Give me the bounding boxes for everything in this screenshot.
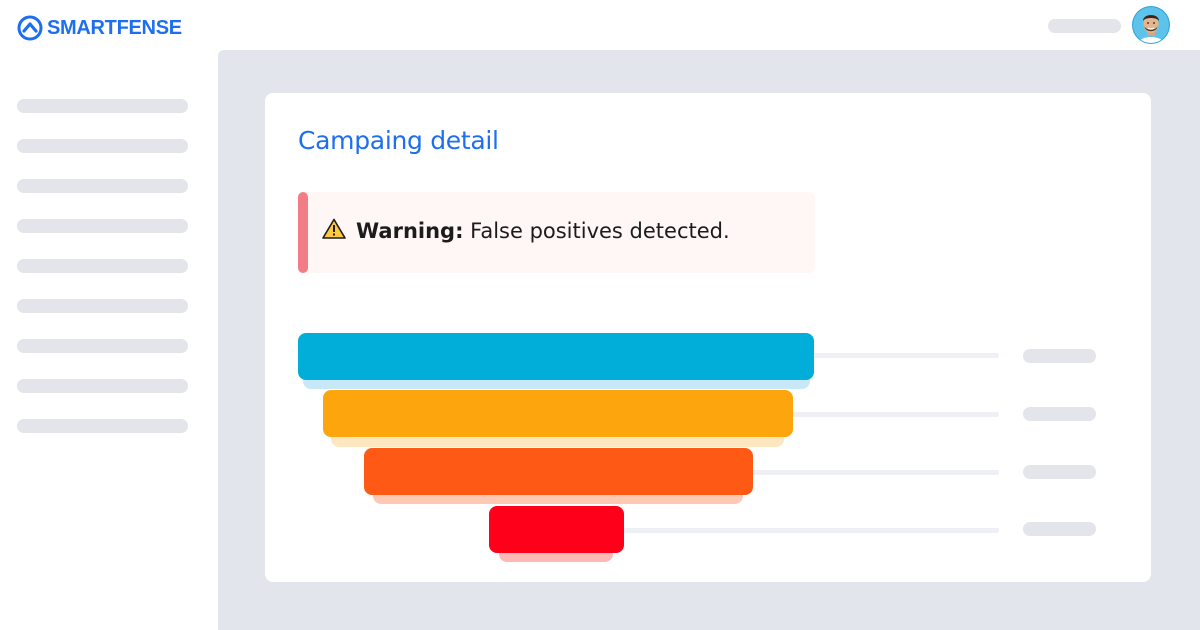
user-name-placeholder xyxy=(1048,19,1121,33)
warning-triangle-icon xyxy=(322,218,346,239)
shield-arrow-icon xyxy=(17,15,43,41)
funnel-value-placeholder xyxy=(1023,349,1096,363)
alert-accent-bar xyxy=(298,192,308,273)
funnel-stage-bar[interactable] xyxy=(489,506,624,553)
brand-logo[interactable]: SMARTFENSE xyxy=(17,14,182,42)
funnel-value-placeholder xyxy=(1023,522,1096,536)
sidebar-item[interactable] xyxy=(17,339,188,353)
sidebar-item[interactable] xyxy=(17,379,188,393)
sidebar-item[interactable] xyxy=(17,99,188,113)
sidebar-item[interactable] xyxy=(17,259,188,273)
top-bar: SMARTFENSE xyxy=(0,0,1200,50)
main-content: Campaing detail Warning: False positives… xyxy=(218,50,1200,630)
sidebar-item[interactable] xyxy=(17,179,188,193)
campaign-detail-card: Campaing detail Warning: False positives… xyxy=(265,93,1151,582)
funnel-connector-line xyxy=(615,528,999,533)
user-avatar-icon[interactable] xyxy=(1132,6,1170,44)
funnel-stage-bar[interactable] xyxy=(323,390,793,437)
sidebar xyxy=(0,50,218,630)
page-title: Campaing detail xyxy=(298,126,499,155)
sidebar-item[interactable] xyxy=(17,299,188,313)
alert-message: Warning: False positives detected. xyxy=(356,219,730,243)
alert-body: False positives detected. xyxy=(470,219,730,243)
funnel-value-placeholder xyxy=(1023,465,1096,479)
brand-name: SMARTFENSE xyxy=(47,16,182,39)
sidebar-item[interactable] xyxy=(17,219,188,233)
funnel-stage-bar[interactable] xyxy=(364,448,753,495)
sidebar-item[interactable] xyxy=(17,139,188,153)
sidebar-item[interactable] xyxy=(17,419,188,433)
funnel-value-placeholder xyxy=(1023,407,1096,421)
funnel-stage-bar[interactable] xyxy=(298,333,814,380)
alert-label: Warning: xyxy=(356,219,464,243)
warning-alert: Warning: False positives detected. xyxy=(298,192,815,273)
